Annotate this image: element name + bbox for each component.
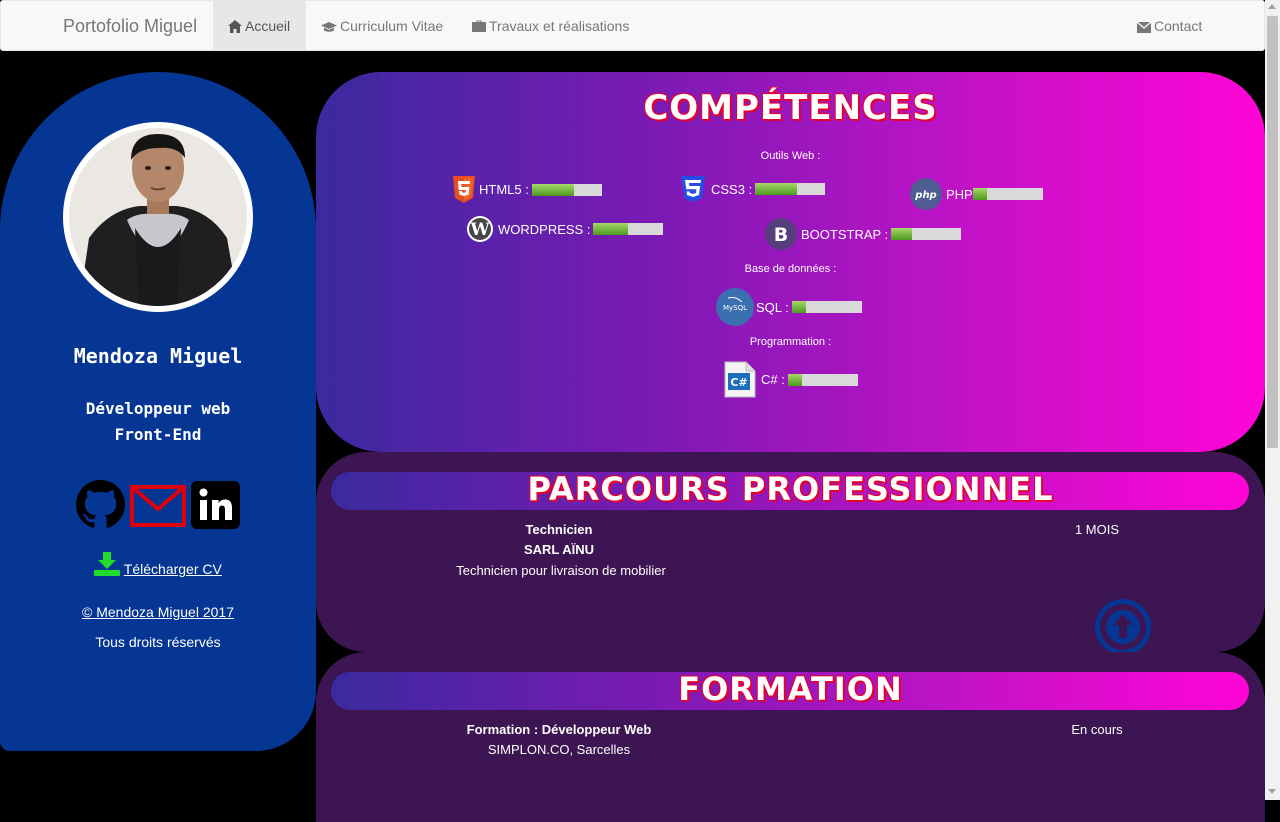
profile-sidebar: Mendoza Miguel Développeur web Front-End…	[0, 72, 316, 751]
skill-css3: CSS3 :	[679, 176, 826, 202]
linkedin-link[interactable]	[191, 481, 240, 533]
html5-icon	[453, 176, 475, 203]
nav-item-cv[interactable]: Curriculum Vitae	[306, 1, 458, 51]
nav-item-travaux[interactable]: Travaux et réalisations	[457, 1, 644, 51]
graduation-cap-icon	[321, 22, 337, 32]
parcours-title: PARCOURS PROFESSIONNEL	[527, 470, 1054, 508]
skill-sql-bar	[791, 301, 862, 313]
bootstrap-icon: B	[765, 218, 797, 250]
scroll-down-arrow-icon[interactable]	[1268, 789, 1276, 794]
scroll-to-top-button[interactable]	[1095, 599, 1151, 655]
nav-label-cv: Curriculum Vitae	[340, 18, 444, 34]
scroll-thumb[interactable]	[1267, 16, 1278, 448]
navbar-brand[interactable]: Portofolio Miguel	[63, 16, 197, 37]
download-icon	[94, 552, 121, 576]
envelope-icon	[1136, 21, 1152, 33]
skill-wordpress-fill	[593, 223, 629, 235]
profile-photo	[69, 128, 247, 306]
skill-bootstrap: B BOOTSTRAP :	[765, 218, 962, 250]
mail-icon	[130, 485, 186, 527]
skill-csharp-label: C# :	[761, 372, 785, 387]
svg-text:php: php	[914, 190, 936, 201]
css3-icon	[681, 176, 705, 202]
parcours-job-title: Technicien	[525, 522, 593, 537]
github-link[interactable]	[76, 480, 125, 533]
avatar	[63, 122, 253, 312]
competences-panel: COMPÉTENCES Outils Web : HTML5 : CSS3 : …	[316, 72, 1265, 452]
skill-bootstrap-fill	[891, 228, 913, 240]
skill-csharp: C# C# :	[724, 361, 858, 398]
database-label: Base de données :	[744, 263, 837, 275]
nav-item-accueil[interactable]: Accueil	[213, 1, 306, 51]
programming-label: Programmation :	[749, 336, 832, 348]
competences-title: COMPÉTENCES	[643, 88, 938, 128]
skill-html5-label: HTML5 :	[479, 182, 529, 197]
php-icon: php	[910, 178, 942, 210]
copyright-symbol: ©	[82, 604, 93, 620]
nav-label-accueil: Accueil	[245, 18, 291, 34]
svg-text:MySQL: MySQL	[723, 304, 747, 312]
nav-label-contact: Contact	[1154, 18, 1203, 34]
skill-sql-label: SQL :	[756, 299, 789, 315]
skill-csharp-bar	[787, 373, 858, 386]
skill-html5-bar	[531, 183, 602, 196]
skill-php-fill	[972, 188, 987, 200]
mail-link[interactable]	[130, 485, 186, 531]
parcours-panel: PARCOURS PROFESSIONNEL Technicien SARL A…	[316, 452, 1265, 655]
parcours-duration: 1 MOIS	[1074, 522, 1120, 537]
svg-text:C#: C#	[730, 376, 747, 389]
skill-csharp-fill	[787, 373, 802, 386]
copyright-link[interactable]: Mendoza Miguel 2017	[92, 604, 234, 620]
csharp-file-icon: C#	[724, 361, 756, 398]
github-icon	[76, 480, 125, 528]
nav-label-travaux: Travaux et réalisations	[489, 18, 630, 34]
download-cv-link[interactable]: Télécharger CV	[124, 561, 222, 577]
arrow-up-circle-icon	[1106, 610, 1140, 644]
linkedin-icon	[191, 481, 240, 529]
job-line-2: Front-End	[114, 425, 202, 444]
formation-panel: FORMATION Formation : Développeur Web SI…	[316, 652, 1265, 822]
skill-sql-fill	[791, 301, 806, 313]
skill-wordpress-label: WORDPRESS :	[498, 221, 591, 237]
formation-title: FORMATION	[678, 670, 903, 708]
svg-text:B: B	[774, 224, 788, 246]
skill-wordpress: W WORDPRESS :	[466, 215, 664, 243]
svg-text:W: W	[469, 220, 490, 240]
download-cv: Télécharger CV	[0, 552, 316, 577]
skill-css3-bar	[755, 183, 826, 195]
briefcase-icon	[472, 20, 486, 32]
web-tools-label: Outils Web :	[760, 150, 821, 162]
wordpress-icon: W	[467, 216, 493, 242]
skill-bootstrap-label: BOOTSTRAP :	[801, 226, 889, 242]
job-line-1: Développeur web	[85, 399, 231, 418]
skill-css3-label: CSS3 :	[711, 181, 753, 197]
skill-html5: HTML5 :	[453, 176, 602, 203]
skill-bootstrap-bar	[891, 228, 962, 240]
skill-php: php PHP	[910, 178, 1043, 210]
skill-html5-fill	[531, 183, 574, 196]
rights-text: Tous droits réservés	[95, 634, 221, 650]
skill-css3-fill	[755, 183, 798, 195]
skill-php-bar	[972, 188, 1043, 200]
skill-sql: MySQL SQL :	[716, 288, 862, 326]
profile-name: Mendoza Miguel	[73, 344, 243, 368]
nav-item-contact[interactable]: Contact	[1122, 1, 1217, 51]
formation-name: Formation : Développeur Web	[466, 722, 652, 737]
navbar: Portofolio Miguel Accueil Curriculum Vit…	[0, 0, 1265, 51]
parcours-description: Technicien pour livraison de mobilier	[456, 563, 666, 578]
mysql-icon: MySQL	[716, 288, 754, 326]
formation-school: SIMPLON.CO, Sarcelles	[487, 742, 631, 757]
scroll-up-arrow-icon[interactable]	[1268, 4, 1276, 9]
skill-php-label: PHP	[946, 186, 973, 202]
profile-job-title: Développeur web Front-End	[0, 396, 316, 448]
copyright: © Mendoza Miguel 2017	[0, 604, 316, 620]
home-icon	[228, 20, 242, 33]
parcours-company: SARL AÏNU	[523, 542, 595, 557]
formation-status: En cours	[1071, 722, 1123, 737]
scrollbar[interactable]	[1265, 0, 1280, 800]
skill-wordpress-bar	[593, 223, 664, 235]
